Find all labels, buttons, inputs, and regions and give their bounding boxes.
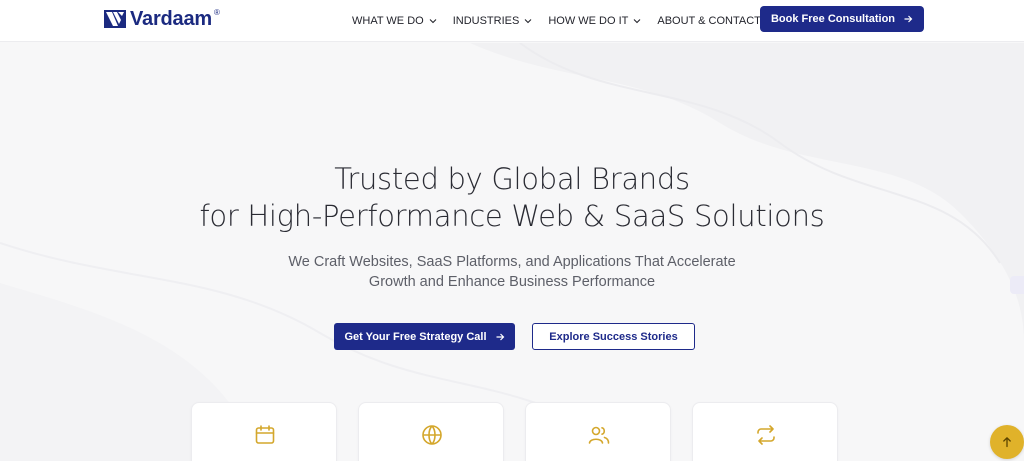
hero-title-line-2: for High-Performance Web & SaaS Solution… (199, 199, 825, 233)
nav-item-about-contact[interactable]: ABOUT & CONTACT (657, 15, 774, 27)
strategy-call-button[interactable]: Get Your Free Strategy Call (334, 323, 515, 350)
nav-item-label: INDUSTRIES (452, 15, 520, 27)
feature-card (358, 402, 504, 461)
registered-mark: ® (214, 7, 220, 17)
nav-item-label: HOW WE DO IT (548, 15, 629, 27)
success-stories-label: Explore Success Stories (549, 330, 678, 343)
vardaam-logo-icon (104, 10, 126, 28)
hero-title-line-1: Trusted by Global Brands (334, 162, 690, 196)
brand-logo[interactable]: Vardaam ® (104, 8, 222, 30)
success-stories-button[interactable]: Explore Success Stories (532, 323, 695, 350)
side-widget-tab[interactable] (1010, 276, 1024, 294)
strategy-call-label: Get Your Free Strategy Call (344, 330, 487, 343)
feature-card (525, 402, 671, 461)
chevron-down-icon (429, 19, 437, 24)
hero-background (0, 43, 1024, 461)
arrow-up-icon (1003, 437, 1011, 448)
book-consultation-button[interactable]: Book Free Consultation (760, 6, 924, 32)
nav-item-industries[interactable]: INDUSTRIES (453, 15, 533, 27)
hero-subtitle-line-2: Growth and Enhance Business Performance (368, 274, 656, 290)
brand-name: Vardaam (130, 8, 212, 30)
nav-item-what-we-do[interactable]: WHAT WE DO (352, 15, 437, 27)
arrow-right-icon (496, 333, 504, 340)
nav-item-label: WHAT WE DO (352, 15, 424, 27)
users-icon (588, 426, 610, 444)
chevron-down-icon (524, 19, 532, 24)
main-nav: WHAT WE DO INDUSTRIES HOW WE DO IT ABOUT… (352, 0, 790, 42)
scroll-to-top-button[interactable] (990, 425, 1024, 459)
chevron-down-icon (633, 19, 641, 24)
nav-item-label: ABOUT & CONTACT (657, 15, 761, 27)
hero-subtitle-line-1: We Craft Websites, SaaS Platforms, and A… (288, 254, 736, 270)
nav-item-how-we-do-it[interactable]: HOW WE DO IT (548, 15, 641, 27)
arrow-right-icon (904, 15, 913, 23)
repeat-icon (757, 425, 775, 445)
site-header: Vardaam ® WHAT WE DO INDUSTRIES HOW WE D… (0, 0, 1024, 42)
feature-card (191, 402, 337, 461)
calendar-icon (255, 425, 275, 444)
feature-card (692, 402, 838, 461)
globe-icon (422, 425, 442, 445)
book-consultation-label: Book Free Consultation (770, 13, 896, 25)
